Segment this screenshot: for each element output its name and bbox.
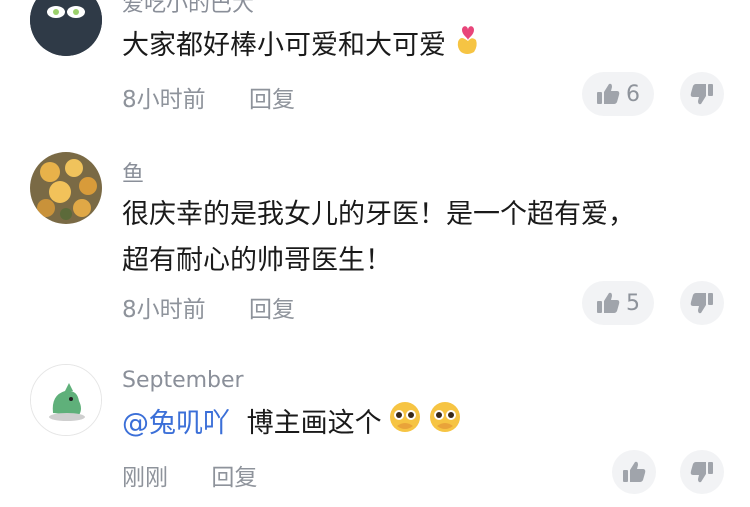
reply-button[interactable]: 回复	[249, 290, 295, 324]
thumbs-up-icon	[597, 292, 620, 313]
username[interactable]: September	[122, 368, 244, 393]
username[interactable]: 鱼	[122, 156, 144, 188]
avatar-image	[30, 0, 102, 56]
comment-text-body: 博主画这个	[246, 408, 382, 439]
dislike-button[interactable]	[680, 72, 724, 116]
pleading-face-emoji-icon	[428, 400, 462, 449]
avatar-image	[31, 365, 101, 435]
avatar-image	[30, 152, 102, 224]
comment-text-body: 大家都好棒小可爱和大可爱	[122, 30, 446, 61]
avatar[interactable]	[30, 364, 102, 436]
thumbs-up-icon	[623, 461, 646, 482]
thumbs-down-icon	[690, 84, 713, 105]
dislike-button[interactable]	[680, 450, 724, 494]
thumbs-down-icon	[690, 293, 713, 314]
dislike-button[interactable]	[680, 281, 724, 325]
pleading-face-emoji-icon	[388, 400, 422, 449]
comment-text: 大家都好棒小可爱和大可爱	[122, 22, 482, 71]
like-button[interactable]: 6	[582, 72, 654, 116]
username[interactable]: 爱吃小的巴大	[122, 0, 254, 18]
avatar[interactable]	[30, 0, 102, 56]
comment-time: 8小时前	[122, 87, 206, 113]
like-count: 5	[626, 290, 640, 316]
comment-text: @兔叽吖 博主画这个	[122, 400, 462, 449]
avatar[interactable]	[30, 152, 102, 224]
like-button[interactable]: 5	[582, 281, 654, 325]
reply-button[interactable]: 回复	[249, 80, 295, 114]
comment-time: 刚刚	[122, 465, 168, 491]
comment-text-line-2: 超有耐心的帅哥医生！	[122, 245, 392, 276]
thumbs-up-icon	[597, 83, 620, 104]
mention-link[interactable]: @兔叽吖	[122, 408, 230, 439]
thumbs-down-icon	[690, 462, 713, 483]
reply-button[interactable]: 回复	[211, 458, 257, 492]
comment-meta: 刚刚 回复	[122, 458, 257, 492]
comment-meta: 8小时前 回复	[122, 80, 295, 114]
like-button[interactable]	[612, 450, 656, 494]
comment-meta: 8小时前 回复	[122, 290, 295, 324]
comment-text-line-1: 很庆幸的是我女儿的牙医！是一个超有爱，	[122, 199, 635, 230]
like-count: 6	[626, 81, 640, 107]
heart-hand-emoji-icon	[452, 22, 482, 71]
comment-time: 8小时前	[122, 297, 206, 323]
